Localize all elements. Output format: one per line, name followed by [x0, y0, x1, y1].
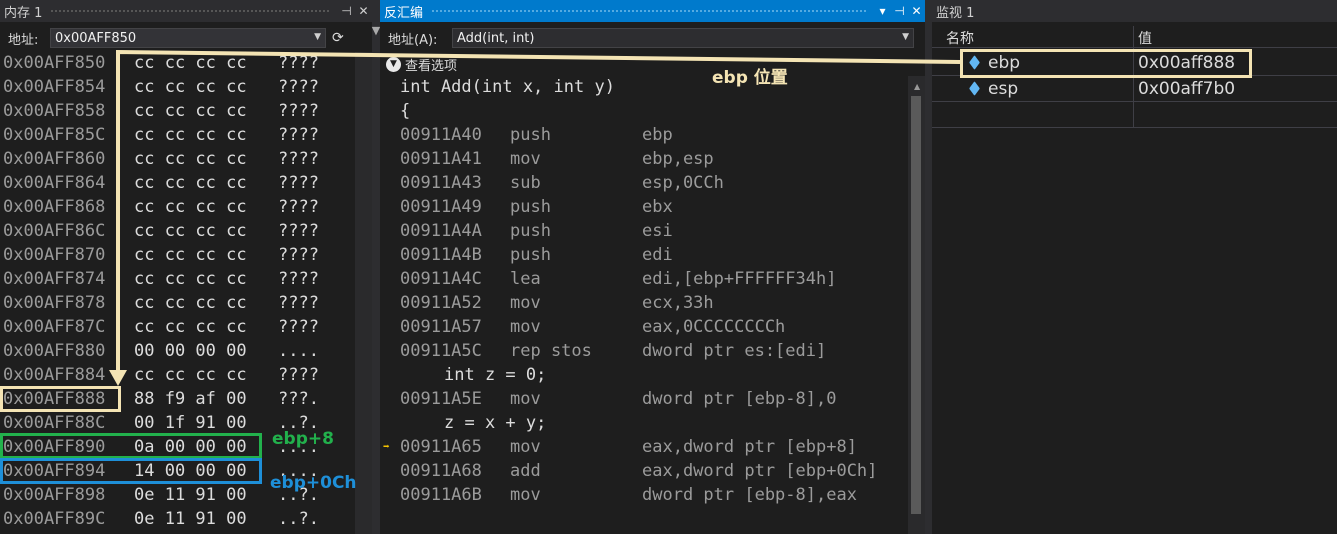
ebp-plus-0ch-highlight — [0, 458, 262, 484]
ebp-plus-0ch-annotation: ebp+0Ch — [270, 473, 357, 493]
ebp-memory-highlight — [0, 386, 121, 412]
ebp-plus-8-highlight — [0, 433, 262, 459]
ebp-arrow-line — [116, 49, 961, 374]
ebp-plus-8-annotation: ebp+8 — [272, 429, 334, 449]
arrow-head-icon — [109, 370, 127, 386]
